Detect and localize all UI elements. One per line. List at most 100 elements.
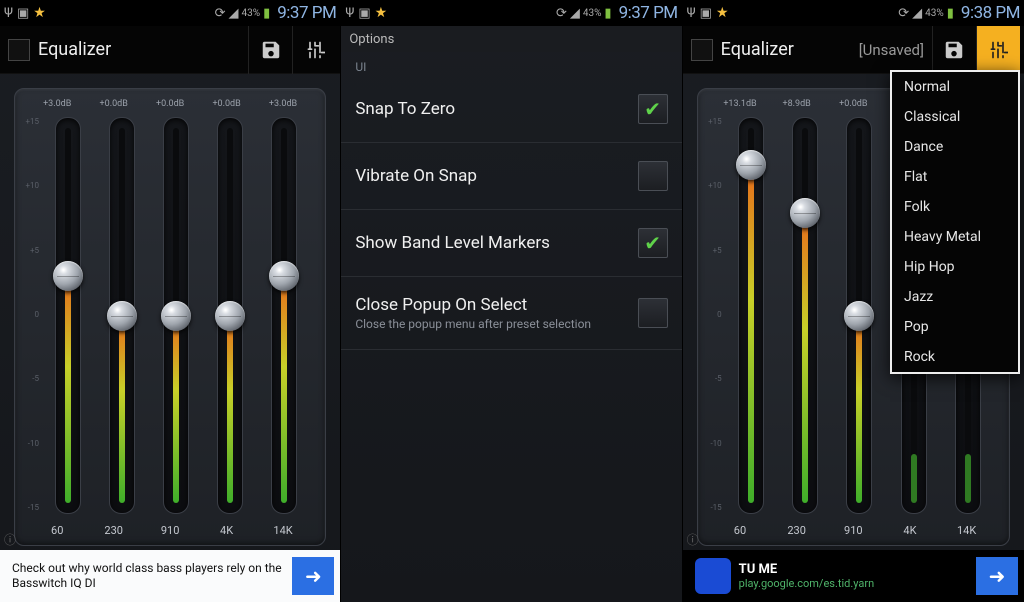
option-subtitle: Close the popup menu after preset select…: [355, 317, 637, 331]
save-icon: [943, 39, 965, 61]
freq-label: 60: [715, 524, 765, 537]
equalizer-panel: +3.0dB+0.0dB+0.0dB+0.0dB+3.0dB +15+10+50…: [14, 88, 326, 546]
page-title: Equalizer: [721, 39, 859, 60]
preset-item[interactable]: Flat: [892, 162, 1018, 192]
option-item[interactable]: Close Popup On Select Close the popup men…: [341, 277, 681, 350]
db-label: +0.0dB: [202, 99, 252, 109]
sync-icon: ⟳: [898, 6, 909, 21]
save-button[interactable]: [932, 26, 976, 74]
ad-subtitle: play.google.com/es.tid.yarn: [739, 577, 968, 590]
battery-percent: 43%: [583, 8, 602, 19]
image-icon: ▣: [700, 6, 712, 21]
freq-label: 910: [828, 524, 878, 537]
status-bar: Ψ ▣ ★ ⟳ ◢ 43% ▮ 9:37 PM: [341, 0, 681, 26]
slider-knob[interactable]: [53, 261, 83, 291]
presets-button[interactable]: [292, 26, 336, 74]
image-icon: ▣: [358, 6, 370, 21]
preset-item[interactable]: Normal: [892, 72, 1018, 102]
section-label: UI: [341, 52, 681, 76]
slider-knob[interactable]: [736, 150, 766, 180]
usb-icon: Ψ: [345, 6, 354, 21]
option-item[interactable]: Show Band Level Markers✔: [341, 210, 681, 277]
option-item[interactable]: Vibrate On Snap: [341, 143, 681, 210]
eq-slider[interactable]: [726, 115, 776, 516]
ad-go-button[interactable]: ➜: [292, 557, 334, 595]
preset-item[interactable]: Classical: [892, 102, 1018, 132]
preset-item[interactable]: Hip Hop: [892, 252, 1018, 282]
freq-label: 60: [32, 524, 82, 537]
eq-slider[interactable]: [780, 115, 830, 516]
preset-item[interactable]: Folk: [892, 192, 1018, 222]
db-label: +8.9dB: [772, 99, 822, 109]
ad-text: Check out why world class bass players r…: [12, 561, 284, 591]
ad-info-icon[interactable]: ⓘ: [4, 531, 16, 548]
slider-knob[interactable]: [215, 301, 245, 331]
image-icon: ▣: [17, 6, 29, 21]
app-header: Equalizer: [0, 26, 340, 74]
eq-slider[interactable]: [834, 115, 884, 516]
slider-knob[interactable]: [844, 301, 874, 331]
sync-icon: ⟳: [215, 6, 226, 21]
star-icon: ★: [375, 5, 388, 21]
freq-label: 230: [89, 524, 139, 537]
page-title: Options: [341, 26, 681, 52]
unsaved-label: [Unsaved]: [859, 41, 924, 59]
db-label: +0.0dB: [828, 99, 878, 109]
ad-banner[interactable]: TU ME play.google.com/es.tid.yarn ➜: [683, 550, 1024, 602]
option-checkbox[interactable]: ✔: [638, 94, 668, 124]
option-item[interactable]: Snap To Zero✔: [341, 76, 681, 143]
screen-options: Ψ ▣ ★ ⟳ ◢ 43% ▮ 9:37 PM Options UI Snap …: [341, 0, 682, 602]
screen-equalizer: Ψ ▣ ★ ⟳ ◢ 43% ▮ 9:37 PM Equalizer: [0, 0, 341, 602]
ad-go-button[interactable]: ➜: [976, 557, 1018, 595]
freq-label: 4K: [202, 524, 252, 537]
star-icon: ★: [716, 5, 729, 21]
status-bar: Ψ ▣ ★ ⟳ ◢ 43% ▮ 9:38 PM: [683, 0, 1024, 26]
preset-item[interactable]: Rock: [892, 342, 1018, 372]
freq-label: 230: [772, 524, 822, 537]
usb-icon: Ψ: [4, 6, 13, 21]
sliders-icon: [988, 40, 1008, 60]
signal-icon: ◢: [912, 6, 922, 21]
option-label: Close Popup On Select: [355, 295, 637, 315]
battery-icon: ▮: [947, 6, 954, 21]
clock: 9:38 PM: [961, 3, 1020, 23]
enable-checkbox[interactable]: [8, 39, 30, 61]
option-checkbox[interactable]: [638, 161, 668, 191]
option-checkbox[interactable]: [638, 298, 668, 328]
app-header: Equalizer [Unsaved]: [683, 26, 1024, 74]
slider-knob[interactable]: [790, 198, 820, 228]
ad-title: TU ME: [739, 562, 968, 577]
slider-knob[interactable]: [161, 301, 191, 331]
eq-slider[interactable]: [151, 115, 201, 516]
ad-info-icon[interactable]: ⓘ: [687, 531, 699, 548]
eq-slider[interactable]: [43, 115, 93, 516]
eq-slider[interactable]: [259, 115, 309, 516]
battery-percent: 43%: [925, 8, 944, 19]
save-button[interactable]: [248, 26, 292, 74]
preset-item[interactable]: Dance: [892, 132, 1018, 162]
eq-slider[interactable]: [205, 115, 255, 516]
ad-banner[interactable]: Check out why world class bass players r…: [0, 550, 340, 602]
option-label: Show Band Level Markers: [355, 233, 637, 253]
presets-button[interactable]: [976, 26, 1020, 74]
screen-equalizer-presets: Ψ ▣ ★ ⟳ ◢ 43% ▮ 9:38 PM Equalizer [Unsav…: [683, 0, 1024, 602]
eq-slider[interactable]: [97, 115, 147, 516]
option-checkbox[interactable]: ✔: [638, 228, 668, 258]
preset-item[interactable]: Heavy Metal: [892, 222, 1018, 252]
db-label: +0.0dB: [89, 99, 139, 109]
page-title: Equalizer: [38, 39, 248, 60]
db-label: +3.0dB: [32, 99, 82, 109]
save-icon: [260, 39, 282, 61]
clock: 9:37 PM: [277, 3, 336, 23]
clock: 9:37 PM: [619, 3, 678, 23]
enable-checkbox[interactable]: [691, 39, 713, 61]
preset-item[interactable]: Pop: [892, 312, 1018, 342]
preset-item[interactable]: Jazz: [892, 282, 1018, 312]
status-bar: Ψ ▣ ★ ⟳ ◢ 43% ▮ 9:37 PM: [0, 0, 340, 26]
battery-icon: ▮: [604, 6, 611, 21]
db-label: +0.0dB: [145, 99, 195, 109]
db-label: +3.0dB: [258, 99, 308, 109]
freq-label: 4K: [885, 524, 935, 537]
slider-knob[interactable]: [107, 301, 137, 331]
slider-knob[interactable]: [269, 261, 299, 291]
